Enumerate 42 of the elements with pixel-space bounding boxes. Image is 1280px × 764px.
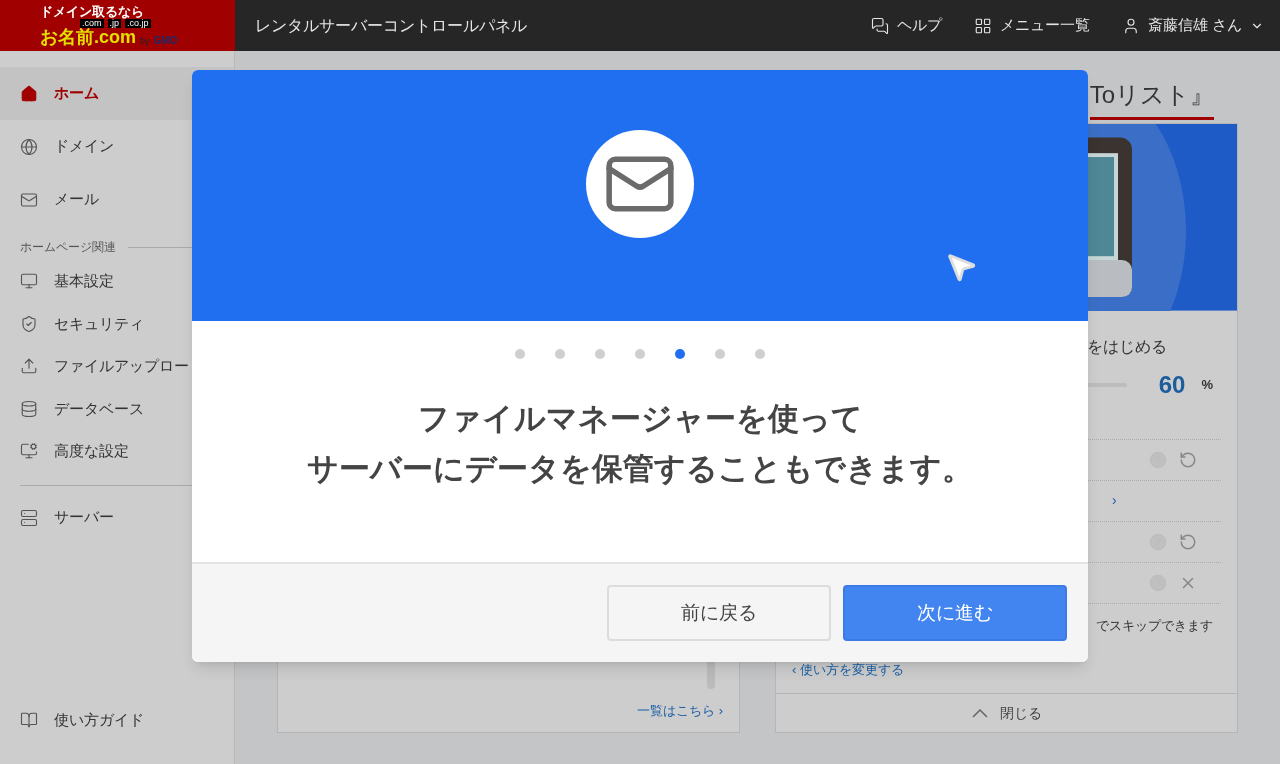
more-link[interactable]: 一覧はこちら › [637, 700, 723, 720]
sidebar-item[interactable]: 高度な設定 [0, 430, 234, 473]
sidebar-item[interactable]: メール [0, 173, 234, 226]
dialog-message: ファイルマネージャーを使って [417, 401, 863, 437]
section-label: ホームページ関連 [20, 239, 116, 256]
reset-icon[interactable] [1179, 450, 1197, 469]
database-icon [20, 399, 38, 418]
sidebar-item[interactable]: ファイルアップロー [0, 345, 234, 388]
chevron-up-icon [971, 708, 988, 718]
chat-icon [870, 16, 889, 35]
skip-note: でスキップできます [1096, 616, 1213, 635]
progress-label: をはじめる [1087, 336, 1167, 357]
logo[interactable]: ドメイン取るなら .com .jp .co.jp お名前.com by GMO [0, 0, 235, 51]
app-title: レンタルサーバーコントロールパネル [254, 15, 528, 36]
more-link[interactable]: › [1112, 490, 1117, 512]
sidebar-item[interactable]: データベース [0, 387, 234, 430]
sidebar-item[interactable]: 使い方ガイド [0, 700, 234, 740]
close-button[interactable]: 閉じる [776, 693, 1237, 732]
sidebar-item[interactable]: サーバー [0, 497, 234, 538]
globe-icon [20, 137, 38, 156]
sidebar-item[interactable]: 基本設定 [0, 260, 234, 303]
help-link[interactable]: ヘルプ [870, 14, 942, 37]
dialog-message: サーバーにデータを保管することもできます。 [307, 451, 973, 487]
sidebar-item[interactable]: ドメイン [0, 120, 234, 173]
server-icon [20, 508, 38, 527]
progress-value: 60 [1158, 369, 1186, 400]
book-icon [20, 711, 38, 729]
home-icon [20, 84, 38, 103]
user-menu[interactable]: 斎藤信雄 さん [1121, 14, 1264, 37]
mail-icon [20, 190, 38, 209]
sidebar-item[interactable]: セキュリティ [0, 302, 234, 345]
upload-icon [20, 357, 38, 376]
menu-link[interactable]: メニュー一覧 [973, 14, 1090, 37]
grid-icon [973, 16, 992, 35]
monitor-gear-icon [20, 442, 38, 461]
shield-icon [20, 314, 38, 333]
next-button[interactable]: 次に進む [843, 585, 1067, 641]
back-button[interactable]: 前に戻る [607, 585, 831, 641]
percent-unit: % [1201, 375, 1213, 394]
change-usage-link[interactable]: ‹ 使い方を変更する [792, 662, 904, 678]
monitor-icon [20, 272, 38, 291]
reset-icon[interactable] [1179, 532, 1197, 551]
